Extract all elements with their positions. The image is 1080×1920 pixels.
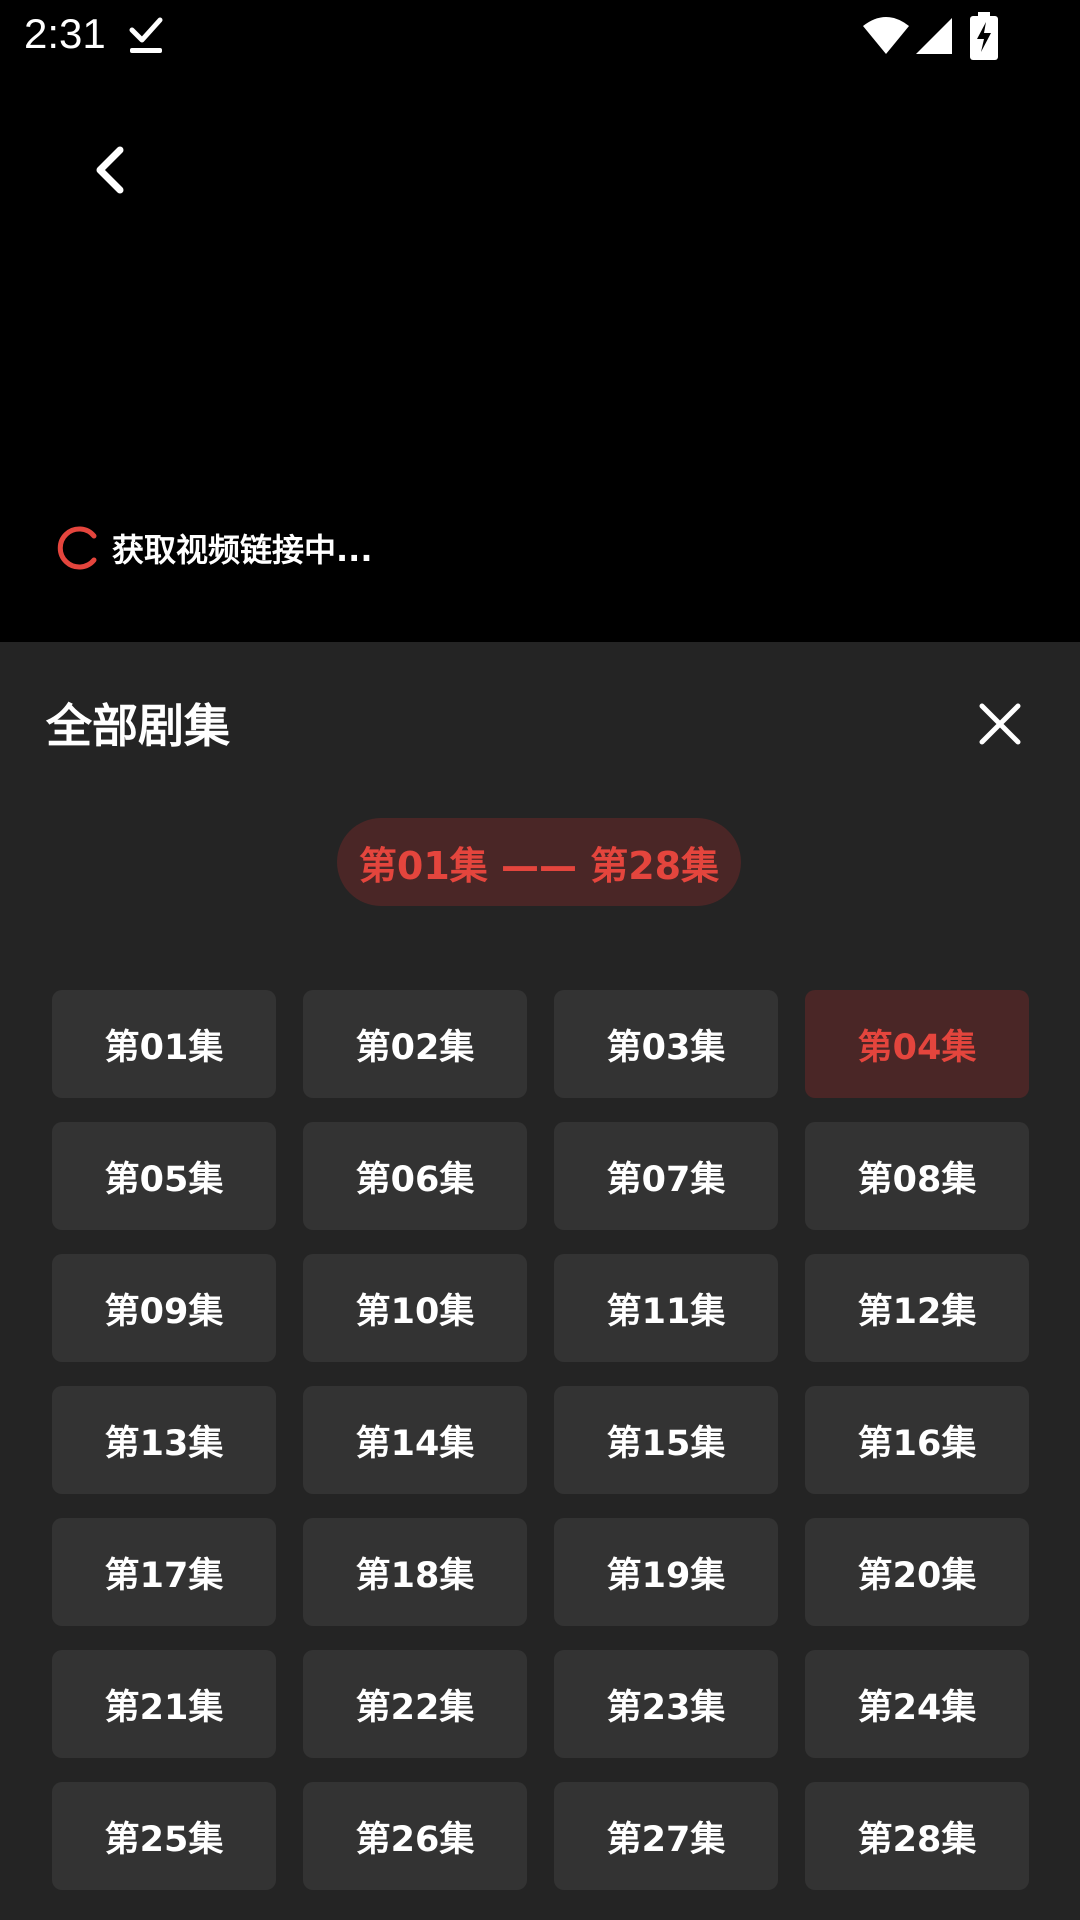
episode-button[interactable]: 第22集 xyxy=(303,1650,527,1758)
episode-button[interactable]: 第03集 xyxy=(554,990,778,1098)
episode-button[interactable]: 第10集 xyxy=(303,1254,527,1362)
episode-button-active[interactable]: 第04集 xyxy=(805,990,1029,1098)
episode-button[interactable]: 第13集 xyxy=(52,1386,276,1494)
episode-button[interactable]: 第19集 xyxy=(554,1518,778,1626)
episode-button[interactable]: 第11集 xyxy=(554,1254,778,1362)
loading-indicator: 获取视频链接中... xyxy=(54,520,372,576)
episode-button[interactable]: 第20集 xyxy=(805,1518,1029,1626)
battery-charging-icon xyxy=(970,12,998,60)
episode-button[interactable]: 第15集 xyxy=(554,1386,778,1494)
episode-button[interactable]: 第18集 xyxy=(303,1518,527,1626)
panel-title: 全部剧集 xyxy=(46,699,230,753)
back-button[interactable] xyxy=(70,130,150,210)
episode-button[interactable]: 第05集 xyxy=(52,1122,276,1230)
episode-button[interactable]: 第17集 xyxy=(52,1518,276,1626)
episode-grid: 第01集 第02集 第03集 第04集 第05集 第06集 第07集 第08集 … xyxy=(52,990,1029,1890)
episode-button[interactable]: 第01集 xyxy=(52,990,276,1098)
wifi-icon xyxy=(863,17,909,54)
status-bar: 2:31 xyxy=(0,0,1080,72)
episode-button[interactable]: 第09集 xyxy=(52,1254,276,1362)
loading-text: 获取视频链接中... xyxy=(112,531,373,569)
video-player[interactable]: 获取视频链接中... xyxy=(0,72,1080,642)
download-done-icon xyxy=(129,17,163,53)
episode-button[interactable]: 第02集 xyxy=(303,990,527,1098)
status-time: 2:31 xyxy=(24,10,106,57)
chevron-left-icon xyxy=(96,146,124,194)
cell-signal-icon xyxy=(916,18,952,54)
episode-button[interactable]: 第06集 xyxy=(303,1122,527,1230)
episode-button[interactable]: 第25集 xyxy=(52,1782,276,1890)
episode-button[interactable]: 第24集 xyxy=(805,1650,1029,1758)
episode-button[interactable]: 第27集 xyxy=(554,1782,778,1890)
episode-button[interactable]: 第08集 xyxy=(805,1122,1029,1230)
episode-button[interactable]: 第23集 xyxy=(554,1650,778,1758)
episode-button[interactable]: 第21集 xyxy=(52,1650,276,1758)
close-icon xyxy=(979,703,1021,745)
close-button[interactable] xyxy=(966,690,1034,758)
episode-button[interactable]: 第14集 xyxy=(303,1386,527,1494)
episode-button[interactable]: 第26集 xyxy=(303,1782,527,1890)
episode-button[interactable]: 第16集 xyxy=(805,1386,1029,1494)
episode-button[interactable]: 第12集 xyxy=(805,1254,1029,1362)
loading-spinner-icon xyxy=(57,526,97,570)
episode-button[interactable]: 第28集 xyxy=(805,1782,1029,1890)
episode-range-tab[interactable]: 第01集 —— 第28集 xyxy=(337,818,741,906)
episode-button[interactable]: 第07集 xyxy=(554,1122,778,1230)
episodes-panel: 全部剧集 第01集 —— 第28集 第01集 第02集 第03集 第04集 第0… xyxy=(0,642,1080,1920)
